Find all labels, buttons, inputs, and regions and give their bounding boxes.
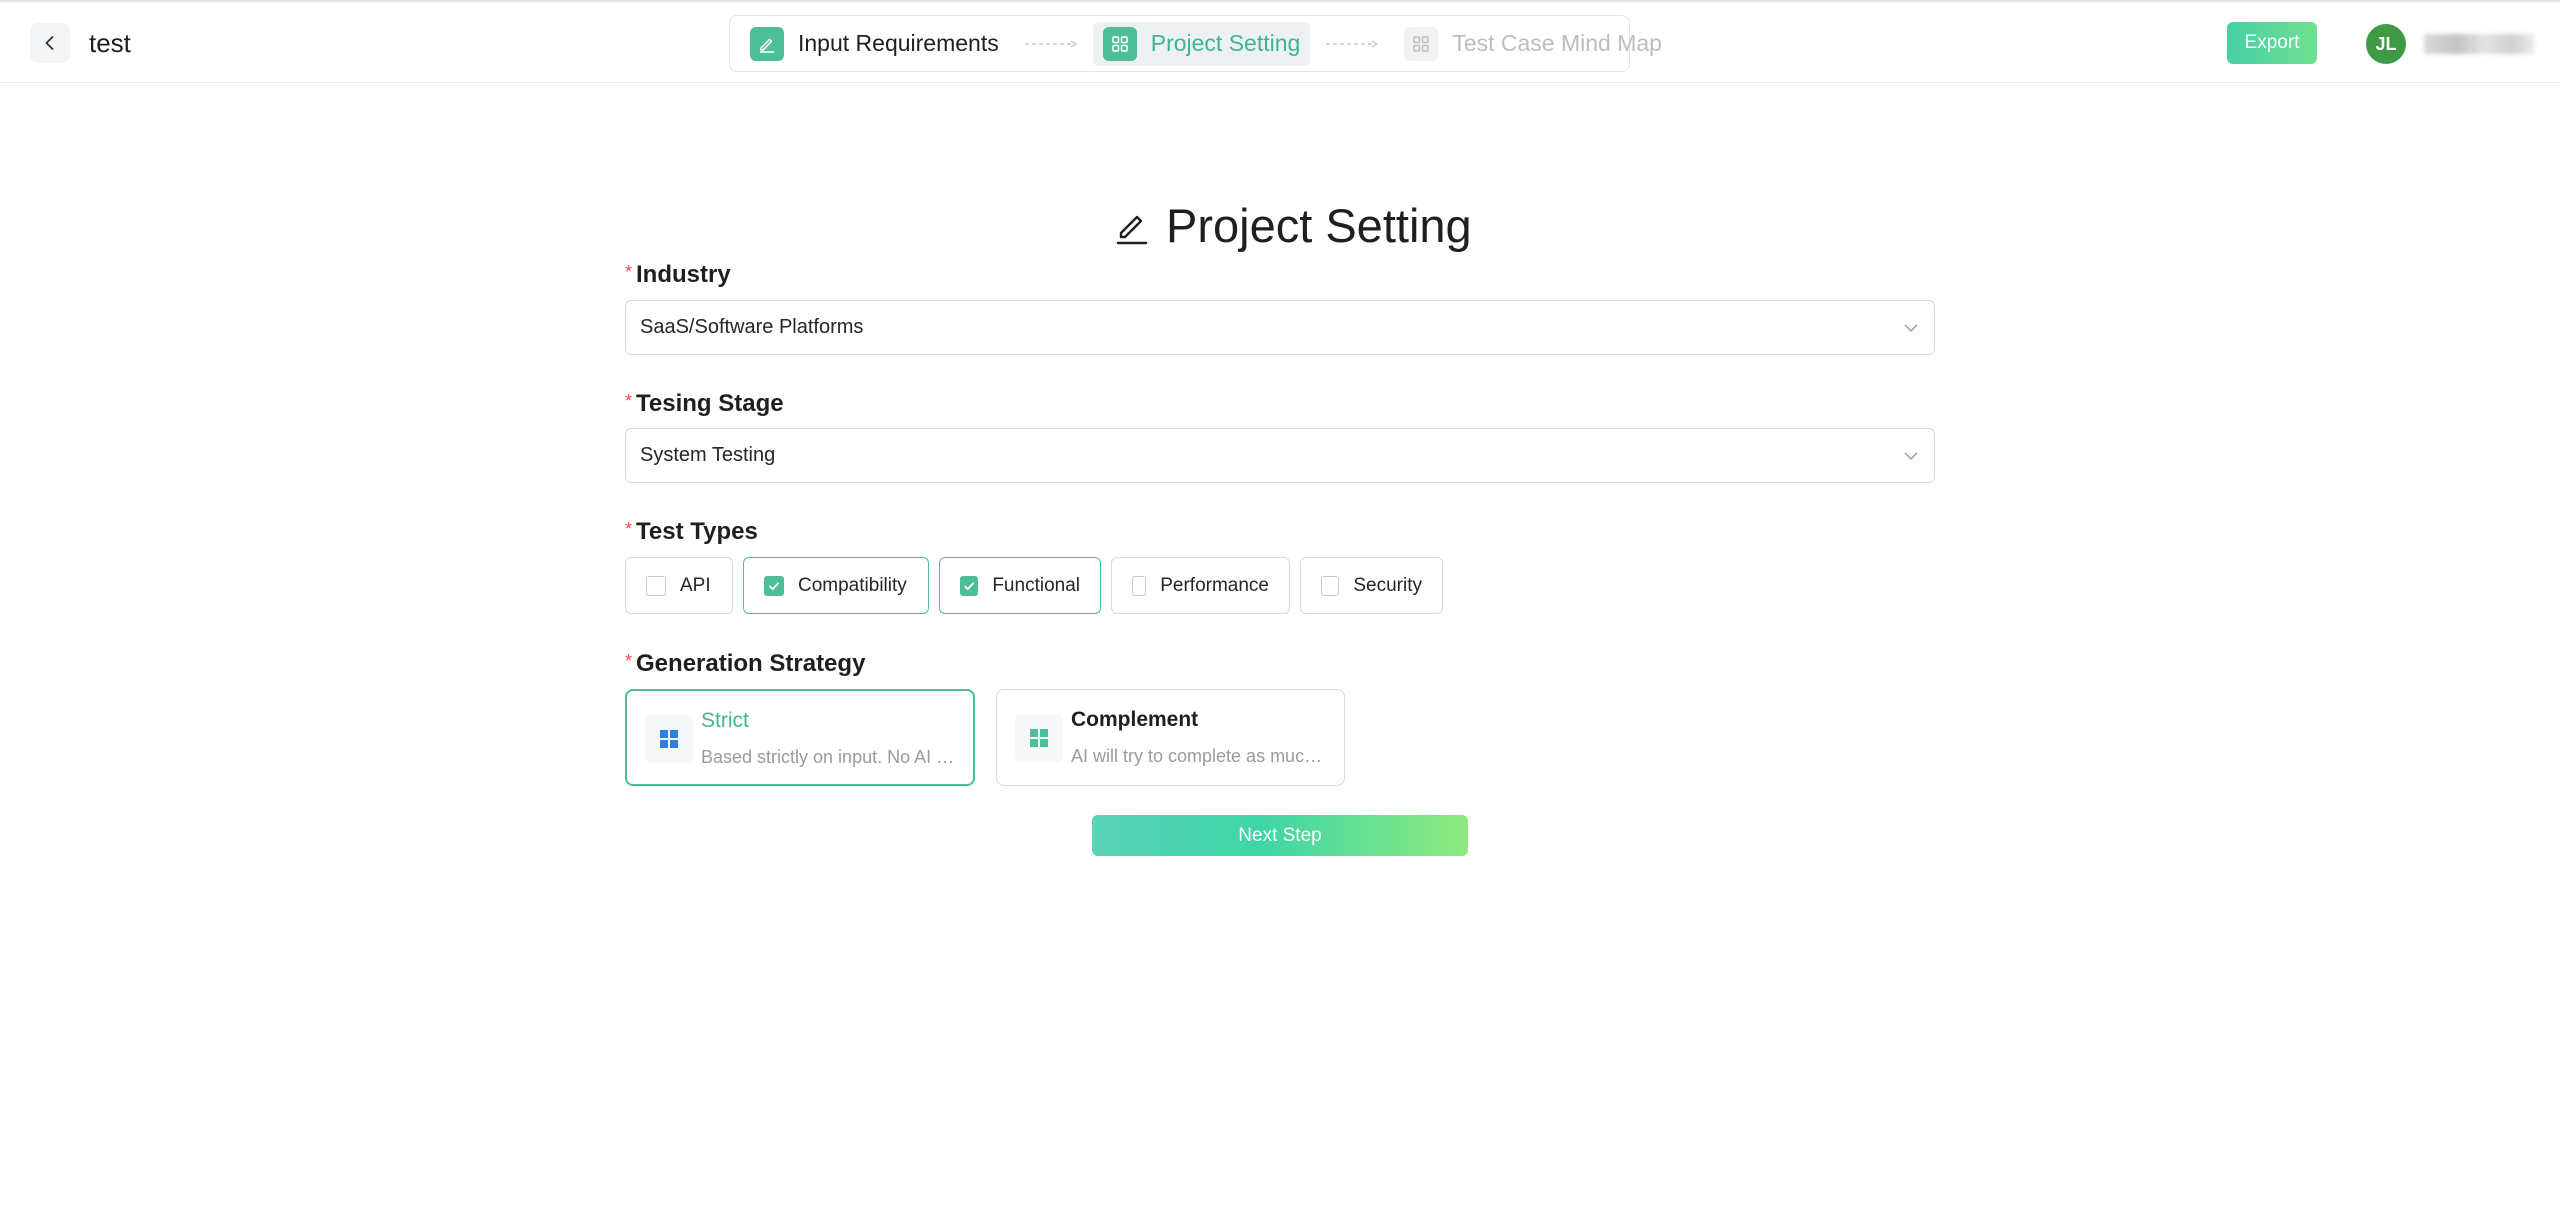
strategy-title: Complement: [1071, 708, 1199, 731]
required-mark: *: [625, 651, 633, 671]
edit-icon: [1116, 215, 1148, 245]
checkbox-label: API: [680, 574, 711, 596]
strategy-description: Based strictly on input. No AI s...: [701, 747, 959, 767]
step-connector: [1023, 39, 1079, 49]
step-input-requirements[interactable]: Input Requirements: [740, 22, 1009, 66]
checkbox[interactable]: [1321, 575, 1340, 596]
project-title: test: [89, 28, 131, 58]
required-mark: *: [625, 519, 633, 539]
step-label: Project Setting: [1150, 30, 1301, 56]
strategy-strict[interactable]: Strict Based strictly on input. No AI s.…: [625, 689, 975, 786]
back-button[interactable]: [30, 23, 70, 63]
step-project-setting[interactable]: Project Setting: [1092, 21, 1311, 66]
checkmark-icon: [768, 581, 780, 590]
generation-strategy-label: * Generation Strategy: [625, 650, 866, 677]
user-name-redacted: [2424, 34, 2534, 54]
test-type-api[interactable]: API: [625, 557, 733, 614]
edit-icon: [750, 26, 784, 61]
checkbox[interactable]: [960, 575, 979, 596]
step-test-case-mind-map[interactable]: Test Case Mind Map: [1394, 22, 1672, 66]
checkmark-icon: [964, 581, 975, 590]
checkbox[interactable]: [646, 575, 666, 596]
checkbox-label: Compatibility: [798, 574, 907, 596]
next-step-button[interactable]: Next Step: [1092, 815, 1468, 856]
page-title-text: Project Setting: [1166, 199, 1472, 252]
step-connector: [1324, 39, 1380, 49]
test-types-label: * Test Types: [625, 518, 758, 545]
test-type-compatibility[interactable]: Compatibility: [743, 557, 929, 614]
required-mark: *: [625, 391, 633, 411]
top-bar: test Input Requirements Project Setting …: [0, 0, 2560, 83]
required-mark: *: [625, 262, 633, 282]
checkbox-label: Security: [1353, 574, 1422, 596]
chevron-left-icon: [45, 36, 54, 50]
step-label: Test Case Mind Map: [1452, 30, 1662, 56]
checkbox[interactable]: [1132, 575, 1147, 596]
chevron-down-icon: [1904, 451, 1918, 460]
test-type-security[interactable]: Security: [1300, 557, 1443, 614]
step-label: Input Requirements: [798, 30, 999, 56]
avatar[interactable]: JL: [2366, 24, 2406, 64]
checkbox-label: Functional: [992, 574, 1080, 596]
test-type-performance[interactable]: Performance: [1111, 557, 1290, 614]
checkbox-label: Performance: [1160, 574, 1269, 596]
strategy-description: AI will try to complete as much...: [1071, 746, 1329, 766]
industry-value: SaaS/Software Platforms: [640, 316, 864, 338]
grid-icon: [1404, 26, 1439, 61]
strategy-complement[interactable]: Complement AI will try to complete as mu…: [996, 689, 1345, 786]
testing-stage-label: * Tesing Stage: [625, 390, 784, 417]
chevron-down-icon: [1904, 323, 1918, 332]
page-title: Project Setting: [1112, 196, 1472, 256]
grid-icon: [1102, 26, 1137, 61]
testing-stage-select[interactable]: System Testing: [625, 428, 1935, 483]
windows-grid-icon: [645, 715, 693, 763]
export-button[interactable]: Export: [2227, 22, 2317, 64]
industry-select[interactable]: SaaS/Software Platforms: [625, 300, 1935, 355]
test-type-functional[interactable]: Functional: [939, 557, 1101, 614]
testing-stage-value: System Testing: [640, 444, 776, 466]
windows-grid-icon: [1015, 714, 1063, 762]
strategy-title: Strict: [701, 709, 749, 732]
progress-stepper: Input Requirements Project Setting Test …: [729, 15, 1662, 72]
checkbox[interactable]: [764, 575, 784, 596]
industry-label: * Industry: [625, 261, 731, 288]
test-types-group: API Compatibility Functional Performance…: [625, 557, 1443, 614]
